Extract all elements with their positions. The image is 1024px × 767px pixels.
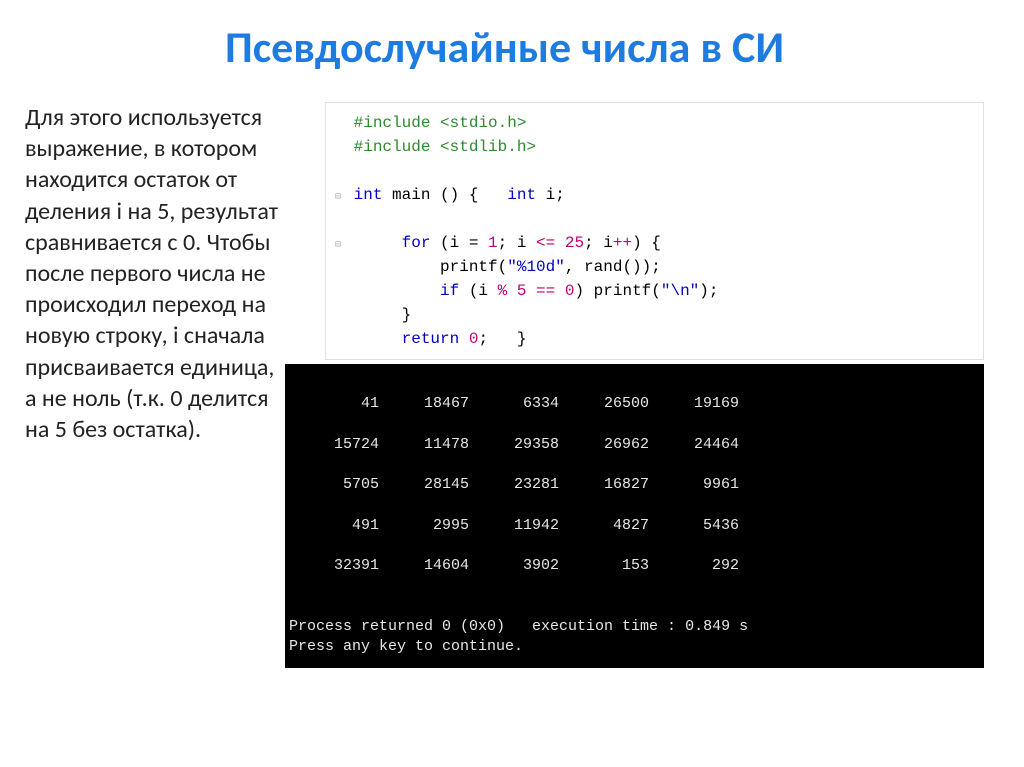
console-output: 411846763342650019169 157241147829358269… [285, 364, 984, 668]
console-prompt: Press any key to continue. [289, 638, 523, 655]
console-row: 411846763342650019169 [289, 394, 980, 414]
code-brace-close: } [402, 306, 412, 324]
code-include-2: #include <stdlib.h> [354, 138, 536, 156]
code-printf: printf("%10d", rand()); [440, 258, 661, 276]
code-include-1: #include <stdio.h> [354, 114, 527, 132]
console-status: Process returned 0 (0x0) execution time … [289, 618, 748, 635]
code-if: if (i % 5 == 0) printf("\n"); [440, 282, 718, 300]
code-listing: #include <stdio.h> #include <stdlib.h> ⊟… [325, 102, 984, 360]
slide-title: Псевдослучайные числа в СИ [25, 20, 984, 74]
console-row: 1572411478293582696224464 [289, 435, 980, 455]
console-row: 32391146043902153292 [289, 556, 980, 576]
explanation-paragraph: Для этого используется выражение, в кото… [25, 102, 285, 668]
code-main-decl: int main () { int i; [354, 186, 565, 204]
console-row: 49129951194248275436 [289, 516, 980, 536]
console-row: 57052814523281168279961 [289, 475, 980, 495]
code-for: for (i = 1; i <= 25; i++) { [402, 234, 661, 252]
code-return: return 0; } [402, 330, 527, 348]
